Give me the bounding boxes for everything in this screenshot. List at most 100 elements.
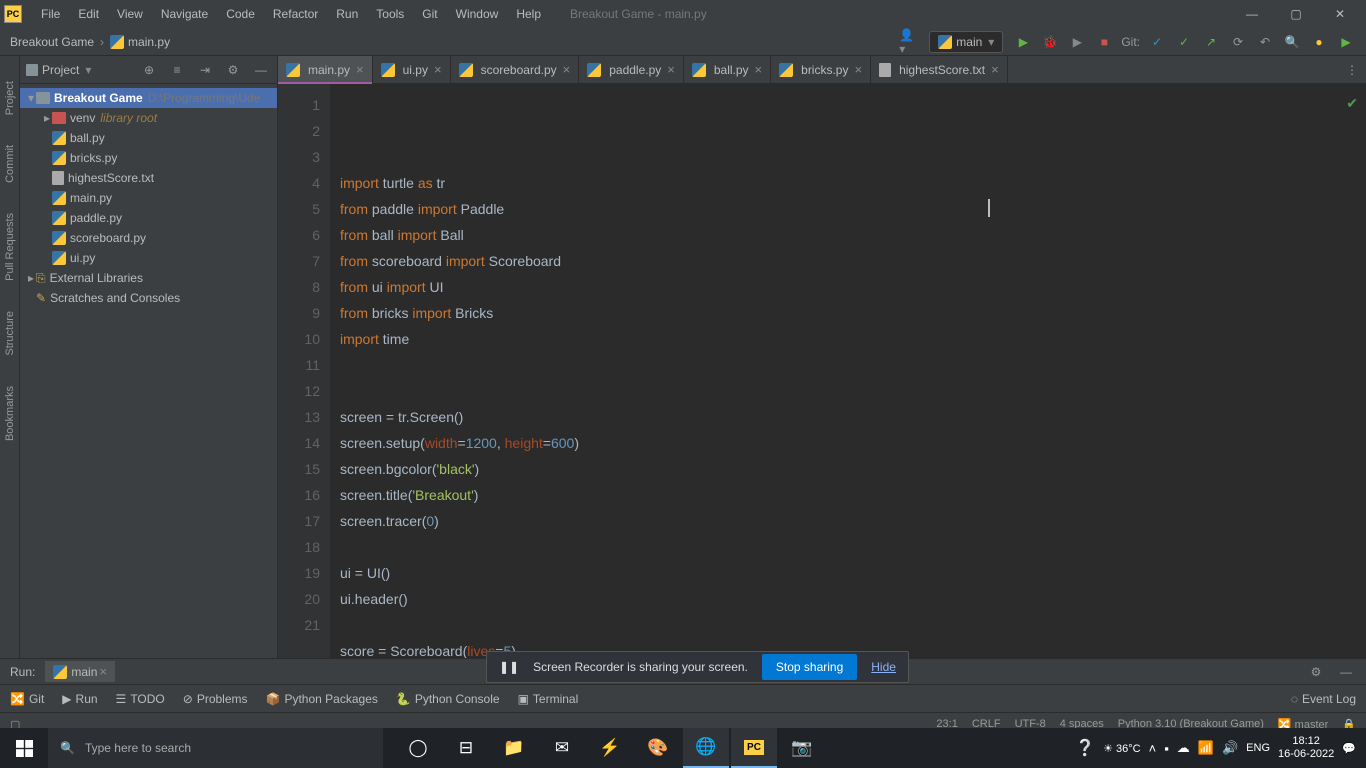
tool-window-python-console[interactable]: 🐍Python Console [396,692,500,706]
menu-code[interactable]: Code [217,7,264,21]
menu-git[interactable]: Git [413,7,446,21]
tree-item[interactable]: highestScore.txt [20,168,277,188]
run-tab[interactable]: main × [45,661,115,682]
stop-icon[interactable]: ■ [1094,32,1114,52]
code-content[interactable]: ✔ import turtle as trfrom paddle import … [330,84,1366,658]
mail-icon[interactable]: ✉ [539,728,585,768]
edge-icon[interactable]: 🌐 [683,728,729,768]
pause-icon[interactable]: ❚❚ [499,660,519,674]
close-icon[interactable]: × [356,62,364,77]
tree-item[interactable]: ▸venvlibrary root [20,108,277,128]
minimize-button[interactable]: — [1230,0,1274,28]
editor-tab[interactable]: main.py× [278,56,373,84]
notifications-icon[interactable]: 💬 [1342,742,1356,755]
file-explorer-icon[interactable]: 📁 [491,728,537,768]
close-button[interactable]: ✕ [1318,0,1362,28]
gear-icon[interactable]: ⚙ [1306,662,1326,682]
close-icon[interactable]: × [99,664,107,679]
tree-item[interactable]: scoreboard.py [20,228,277,248]
git-push-icon[interactable]: ↗ [1201,32,1221,52]
gutter-pull-requests[interactable]: Pull Requests [4,213,16,281]
menu-edit[interactable]: Edit [69,7,108,21]
wifi-icon[interactable]: 📶 [1198,740,1214,756]
start-button[interactable] [0,728,48,768]
inspections-ok-icon[interactable]: ✔ [1346,90,1358,116]
tool-window-todo[interactable]: ☰TODO [116,692,165,706]
ide-icon[interactable]: ● [1309,32,1329,52]
editor-tab[interactable]: highestScore.txt× [871,56,1008,84]
menu-run[interactable]: Run [327,7,367,21]
git-commit-icon[interactable]: ✓ [1174,32,1194,52]
run-with-icon[interactable]: ▶ [1336,32,1356,52]
hide-banner-link[interactable]: Hide [871,660,896,674]
debug-icon[interactable]: 🐞 [1040,32,1060,52]
app-icon[interactable]: ⚡ [587,728,633,768]
menu-help[interactable]: Help [507,7,550,21]
menu-file[interactable]: File [32,7,69,21]
hide-panel-icon[interactable]: — [251,60,271,80]
tool-window-terminal[interactable]: ▣Terminal [518,692,579,706]
tray-chevron-icon[interactable]: ˄ [1149,741,1157,756]
menu-view[interactable]: View [108,7,152,21]
menu-window[interactable]: Window [447,7,508,21]
battery-icon[interactable]: ▪ [1164,741,1169,756]
close-icon[interactable]: × [667,62,675,77]
gear-icon[interactable]: ⚙ [223,60,243,80]
tree-item[interactable]: ✎Scratches and Consoles [20,288,277,308]
coverage-icon[interactable]: ▶ [1067,32,1087,52]
select-opened-file-icon[interactable]: ⊕ [139,60,159,80]
pycharm-taskbar-icon[interactable]: PC [731,728,777,768]
hide-icon[interactable]: — [1336,662,1356,682]
camera-icon[interactable]: 📷 [779,728,825,768]
tree-item[interactable]: bricks.py [20,148,277,168]
tool-window-git[interactable]: 🔀Git [10,692,44,706]
run-icon[interactable]: ▶ [1013,32,1033,52]
taskbar-clock[interactable]: 18:12 16-06-2022 [1278,735,1334,761]
menu-tools[interactable]: Tools [367,7,413,21]
gutter-project[interactable]: Project [4,81,16,115]
breadcrumb-file[interactable]: main.py [128,35,170,49]
help-icon[interactable]: ❔ [1075,738,1095,758]
tree-item[interactable]: ▾Breakout GameD:\Programming\Ude [20,88,277,108]
expand-all-icon[interactable]: ≡ [167,60,187,80]
breadcrumb[interactable]: Breakout Game › main.py [10,35,170,49]
tree-item[interactable]: ui.py [20,248,277,268]
undo-icon[interactable]: ↶ [1255,32,1275,52]
close-icon[interactable]: × [434,62,442,77]
editor-tab[interactable]: ball.py× [684,56,771,84]
collapse-all-icon[interactable]: ⇥ [195,60,215,80]
tree-item[interactable]: main.py [20,188,277,208]
close-icon[interactable]: × [991,62,999,77]
tool-window-python-packages[interactable]: 📦Python Packages [266,692,378,706]
gutter-bookmarks[interactable]: Bookmarks [4,386,16,441]
app-icon[interactable]: 🎨 [635,728,681,768]
close-icon[interactable]: × [755,62,763,77]
taskbar-search[interactable]: 🔍 Type here to search [48,728,383,768]
weather-widget[interactable]: ☀ 36°C [1103,742,1141,755]
history-icon[interactable]: ⟳ [1228,32,1248,52]
editor-tab[interactable]: bricks.py× [771,56,871,84]
project-panel-title[interactable]: Project ▾ [26,63,91,77]
editor-tab[interactable]: scoreboard.py× [451,56,580,84]
close-icon[interactable]: × [854,62,862,77]
tree-item[interactable]: ball.py [20,128,277,148]
run-configuration-selector[interactable]: main ▾ [929,31,1003,53]
event-log[interactable]: ◌Event Log [1291,692,1356,706]
task-view-icon[interactable]: ◯ [395,728,441,768]
stop-sharing-button[interactable]: Stop sharing [762,654,857,680]
search-icon[interactable]: 🔍 [1282,32,1302,52]
tree-item[interactable]: ▸⎘External Libraries [20,268,277,288]
menu-refactor[interactable]: Refactor [264,7,327,21]
breadcrumb-project[interactable]: Breakout Game [10,35,94,49]
editor-tab[interactable]: ui.py× [373,56,451,84]
project-tree[interactable]: ▾Breakout GameD:\Programming\Ude▸venvlib… [20,84,277,312]
gutter-commit[interactable]: Commit [4,145,16,183]
editor-tab[interactable]: paddle.py× [579,56,684,84]
code-editor[interactable]: 123456789101112131415161718192021 ✔ impo… [278,84,1366,658]
volume-icon[interactable]: 🔊 [1222,740,1238,756]
tool-window-problems[interactable]: ⊘Problems [183,692,248,706]
onedrive-icon[interactable]: ☁ [1177,740,1190,756]
maximize-button[interactable]: ▢ [1274,0,1318,28]
user-icon[interactable]: 👤▾ [899,32,919,52]
tabs-more-icon[interactable]: ⋮ [1338,63,1366,77]
